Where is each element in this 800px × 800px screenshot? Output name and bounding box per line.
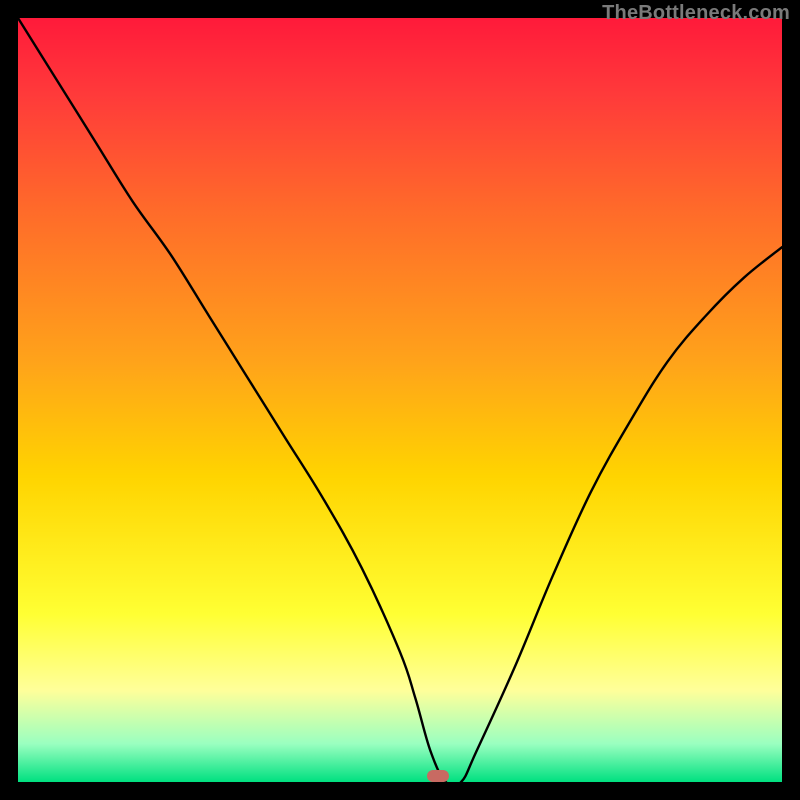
chart-frame: TheBottleneck.com <box>0 0 800 800</box>
watermark-text: TheBottleneck.com <box>602 2 790 25</box>
bottleneck-curve <box>18 18 782 782</box>
optimal-marker <box>427 770 449 782</box>
chart-plot-area <box>18 18 782 782</box>
